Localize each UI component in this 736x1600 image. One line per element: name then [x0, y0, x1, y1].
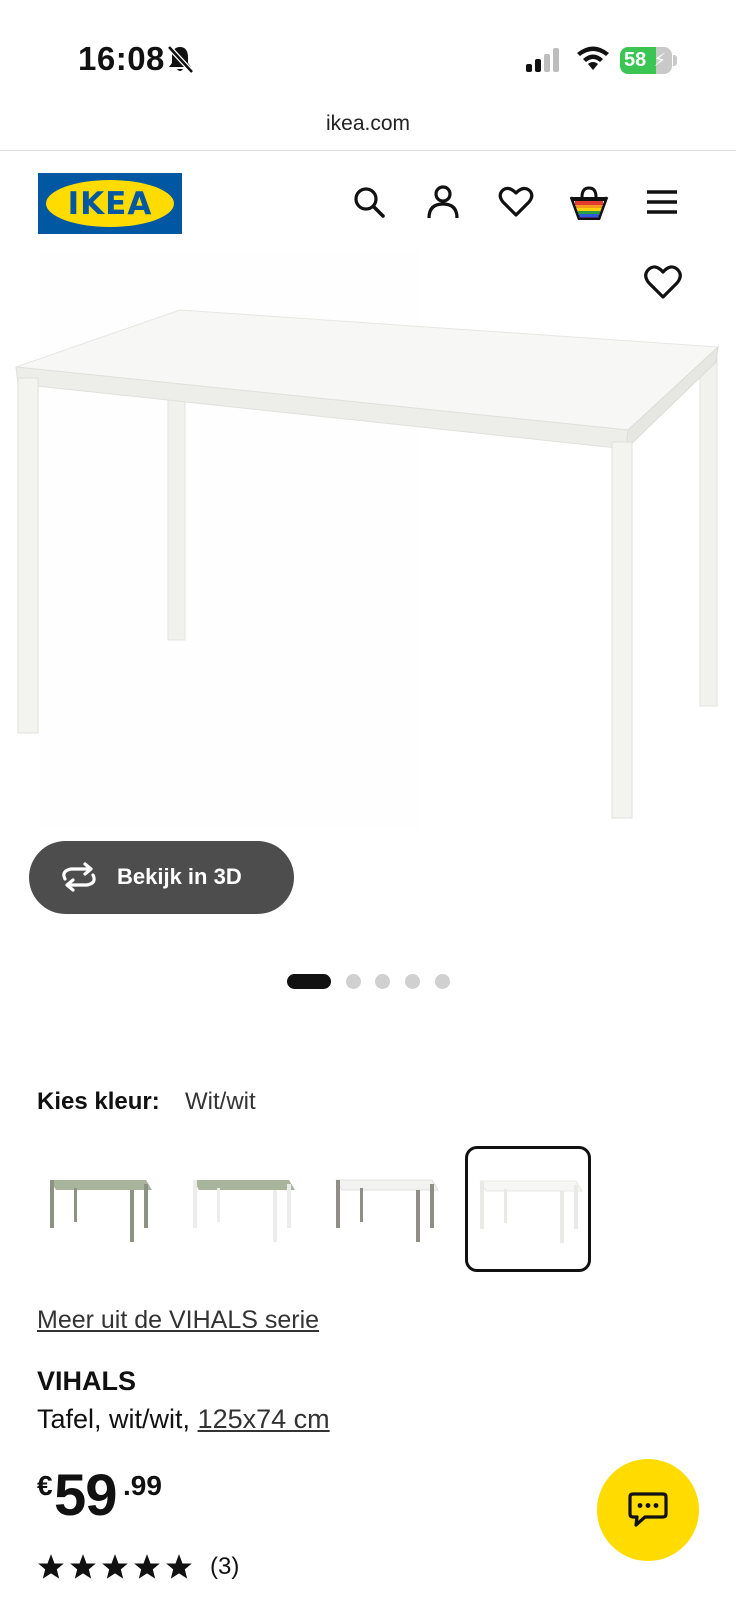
product-type: Tafel, wit/wit,: [37, 1404, 198, 1434]
carousel-dot[interactable]: [435, 974, 450, 989]
battery-percent: 58: [624, 49, 647, 71]
color-label: Kies kleur:: [37, 1088, 160, 1115]
status-time: 16:08: [78, 40, 165, 77]
account-icon[interactable]: [422, 181, 464, 223]
signal-icon: [526, 48, 559, 72]
url-divider: [0, 150, 736, 151]
wishlist-icon[interactable]: [495, 181, 537, 223]
carousel-dot[interactable]: [375, 974, 390, 989]
color-swatch-white-grey[interactable]: [324, 1146, 450, 1272]
color-swatch-green-white[interactable]: [181, 1146, 307, 1272]
ikea-logo[interactable]: IKEA: [38, 173, 182, 234]
price-integer: 59: [54, 1463, 118, 1528]
status-bar: 16:08 58 ⚡: [0, 0, 736, 110]
view-3d-button[interactable]: Bekijk in 3D: [29, 841, 294, 914]
price-currency: €: [37, 1470, 53, 1501]
star-icon: [166, 1554, 192, 1579]
star-icon: [134, 1554, 160, 1579]
logo-text: IKEA: [67, 186, 153, 222]
cart-icon[interactable]: [568, 181, 610, 223]
chat-button[interactable]: [597, 1459, 699, 1561]
url-bar[interactable]: ikea.com: [0, 112, 736, 136]
color-value: Wit/wit: [185, 1088, 256, 1115]
price-decimal: .99: [123, 1470, 162, 1501]
carousel-dot[interactable]: [405, 974, 420, 989]
star-icon: [70, 1554, 96, 1579]
rotate-3d-icon: [62, 862, 96, 892]
search-icon[interactable]: [348, 181, 390, 223]
battery-icon: 58 ⚡: [620, 47, 672, 74]
product-image[interactable]: [0, 250, 736, 850]
wifi-icon: [577, 46, 609, 70]
review-count: (3): [210, 1553, 240, 1580]
star-icon: [38, 1554, 64, 1579]
carousel-dot[interactable]: [346, 974, 361, 989]
carousel-dots: [287, 972, 487, 989]
chat-icon: [628, 1492, 668, 1527]
view-3d-label: Bekijk in 3D: [117, 864, 242, 889]
product-size-link[interactable]: 125x74 cm: [198, 1404, 330, 1434]
battery-tip: [673, 55, 677, 66]
menu-icon[interactable]: [641, 181, 683, 223]
product-description: Tafel, wit/wit, 125x74 cm: [37, 1404, 330, 1435]
carousel-dot[interactable]: [287, 974, 331, 989]
color-swatch-white-white[interactable]: [465, 1146, 591, 1272]
color-swatch-green-green[interactable]: [38, 1146, 164, 1272]
charging-bolt-icon: ⚡: [653, 50, 666, 70]
favorite-product-icon[interactable]: [643, 262, 683, 302]
star-icon: [102, 1554, 128, 1579]
product-name: VIHALS: [37, 1366, 137, 1396]
bell-slash-icon: [167, 45, 194, 74]
series-link[interactable]: Meer uit de VIHALS serie: [37, 1306, 319, 1335]
